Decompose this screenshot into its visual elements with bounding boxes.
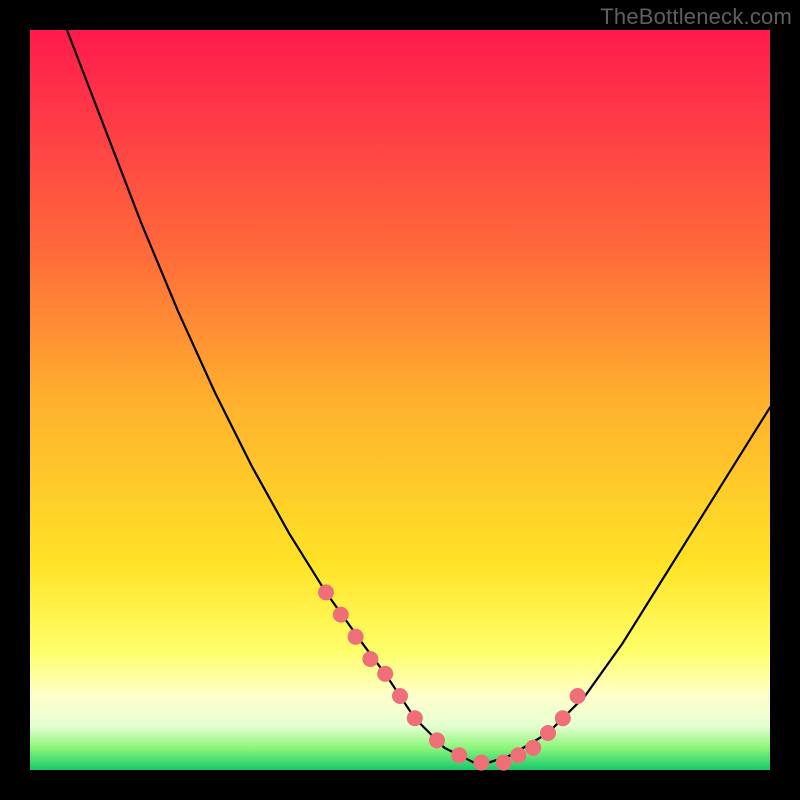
marker-dot: [496, 755, 512, 771]
marker-dot: [333, 607, 349, 623]
marker-group: [318, 584, 586, 770]
marker-dot: [407, 710, 423, 726]
chart-frame: TheBottleneck.com: [0, 0, 800, 800]
watermark-text: TheBottleneck.com: [600, 4, 792, 30]
bottleneck-curve-path: [67, 30, 770, 763]
chart-svg: [30, 30, 770, 770]
marker-dot: [377, 666, 393, 682]
marker-dot: [451, 747, 467, 763]
marker-dot: [555, 710, 571, 726]
marker-dot: [510, 747, 526, 763]
marker-dot: [540, 725, 556, 741]
marker-dot: [525, 740, 541, 756]
marker-dot: [348, 629, 364, 645]
marker-dot: [318, 584, 334, 600]
plot-area: [30, 30, 770, 770]
marker-dot: [429, 732, 445, 748]
marker-dot: [392, 688, 408, 704]
marker-dot: [362, 651, 378, 667]
marker-dot: [570, 688, 586, 704]
marker-dot: [473, 755, 489, 771]
